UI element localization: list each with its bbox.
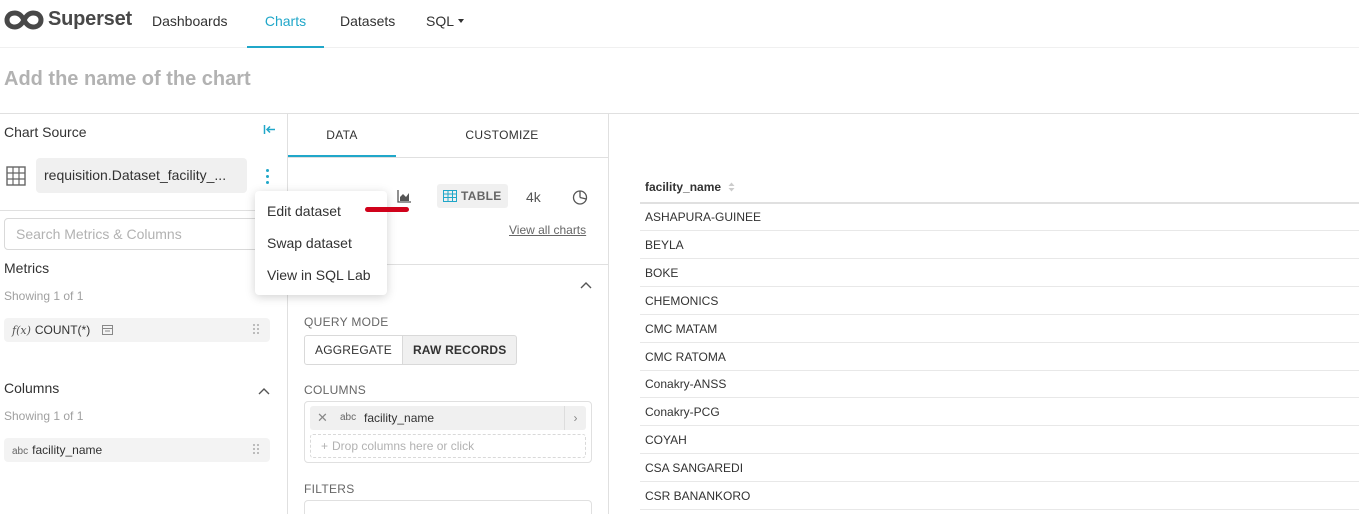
table-cell: CHEMONICS [645,294,719,308]
dataset-name[interactable]: requisition.Dataset_facility_... [36,158,247,193]
raw-records-button[interactable]: RAW RECORDS [402,335,518,365]
pie-chart-icon[interactable] [572,189,588,210]
view-in-sql-lab-menu-item[interactable]: View in SQL Lab [267,267,371,283]
nav-charts[interactable]: Charts [247,0,324,48]
remove-icon[interactable]: ✕ [317,406,328,430]
drag-handle-icon[interactable] [253,444,260,456]
table-row: Conakry-ANSS [640,370,1359,398]
drop-columns-placeholder: Drop columns here or click [332,439,475,453]
table-cell: CSA SANGAREDI [645,461,744,475]
function-icon: f(x) [12,324,31,337]
nav-datasets[interactable]: Datasets [340,0,395,48]
annotation-underline [365,207,409,212]
swap-dataset-menu-item[interactable]: Swap dataset [267,235,352,251]
chevron-up-icon[interactable] [258,382,270,400]
table-row: BOKE [640,259,1359,287]
superset-logo[interactable]: Superset [4,8,132,31]
plus-icon: + [321,439,329,453]
viz-big-number-button[interactable]: 4k [526,189,541,205]
column-item[interactable]: abc facility_name [4,438,270,462]
tab-customize[interactable]: CUSTOMIZE [448,114,556,157]
results-column-header-label: facility_name [645,180,722,194]
dataset-panel: Chart Source requisition.Dataset_facilit… [0,114,288,514]
nav-sql-label: SQL [426,13,455,29]
caret-down-icon [458,19,465,23]
table-cell: Conakry-ANSS [645,377,727,391]
control-panel: DATA CUSTOMIZE TABLE 4k View all charts … [288,114,609,514]
metrics-title: Metrics [4,260,50,276]
drag-handle-icon[interactable] [253,324,260,336]
table-cell: Conakry-PCG [645,405,720,419]
view-all-charts-link[interactable]: View all charts [509,223,586,237]
drop-columns-area[interactable]: + Drop columns here or click [310,434,586,458]
column-label: facility_name [32,443,103,457]
chart-name-input[interactable]: Add the name of the chart [4,68,251,91]
table-cell: ASHAPURA-GUINEE [645,210,762,224]
column-chip[interactable]: ✕ abc facility_name › [310,406,586,430]
table-icon [443,190,457,202]
viz-table-button[interactable]: TABLE [437,184,508,208]
nav-dashboards[interactable]: Dashboards [152,0,228,48]
table-row: CMC RATOMA [640,343,1359,371]
collapse-panel-icon[interactable] [263,123,276,139]
query-mode-label: QUERY MODE [304,315,389,329]
metric-label: COUNT(*) [34,323,91,337]
table-row: CSA SANGAREDI [640,454,1359,482]
columns-label: COLUMNS [304,383,367,397]
filters-label: FILTERS [304,482,355,496]
table-row: CHEMONICS [640,287,1359,315]
table-row: ASHAPURA-GUINEE [640,203,1359,231]
brand-name: Superset [48,8,132,30]
area-chart-icon[interactable] [397,189,412,208]
superset-logo-icon [4,10,44,29]
nav-dashboards-label: Dashboards [152,13,228,29]
table-row: BEYLA [640,231,1359,259]
chevron-up-icon[interactable] [580,276,592,294]
columns-control: ✕ abc facility_name › + Drop columns here… [304,401,592,463]
chevron-right-icon[interactable]: › [564,406,586,430]
aggregate-button[interactable]: AGGREGATE [304,335,403,365]
table-row: CSR BANANKORO [640,482,1359,510]
query-mode-toggle: AGGREGATE RAW RECORDS [304,335,518,365]
tab-data[interactable]: DATA [288,114,396,157]
table-cell: BEYLA [645,238,684,252]
metric-item[interactable]: f(x) COUNT(*) [4,318,270,342]
table-cell: CSR BANANKORO [645,489,751,503]
columns-count: Showing 1 of 1 [4,409,84,423]
filters-control[interactable] [304,500,592,514]
edit-dataset-menu-item[interactable]: Edit dataset [267,203,341,219]
table-cell: BOKE [645,266,679,280]
left-divider [0,210,288,211]
more-options-icon[interactable] [259,163,275,189]
top-navigation: Superset Dashboards Charts Datasets SQL [0,0,1359,48]
table-row: COYAH [640,426,1359,454]
table-row: Conakry-PCG [640,398,1359,426]
table-cell: CMC RATOMA [645,350,726,364]
tabs-divider [288,157,609,158]
column-chip-label: facility_name [364,411,435,425]
nav-datasets-label: Datasets [340,13,396,29]
search-metrics-input[interactable]: Search Metrics & Columns [4,218,270,250]
string-type-icon: abc [340,412,357,423]
nav-sql[interactable]: SQL [426,0,465,48]
chart-source-title: Chart Source [4,124,87,140]
results-column-header[interactable]: facility_name [645,180,735,194]
dataset-table-icon [6,166,26,191]
string-type-icon: abc [12,446,29,457]
sql-expression-icon [101,325,113,335]
sort-icon[interactable] [728,182,735,192]
columns-title: Columns [4,380,60,396]
nav-charts-label: Charts [264,13,307,29]
table-cell: CMC MATAM [645,322,718,336]
viz-table-label: TABLE [461,189,502,203]
table-row: CMC MATAM [640,315,1359,343]
metrics-count: Showing 1 of 1 [4,289,84,303]
table-cell: COYAH [645,433,687,447]
